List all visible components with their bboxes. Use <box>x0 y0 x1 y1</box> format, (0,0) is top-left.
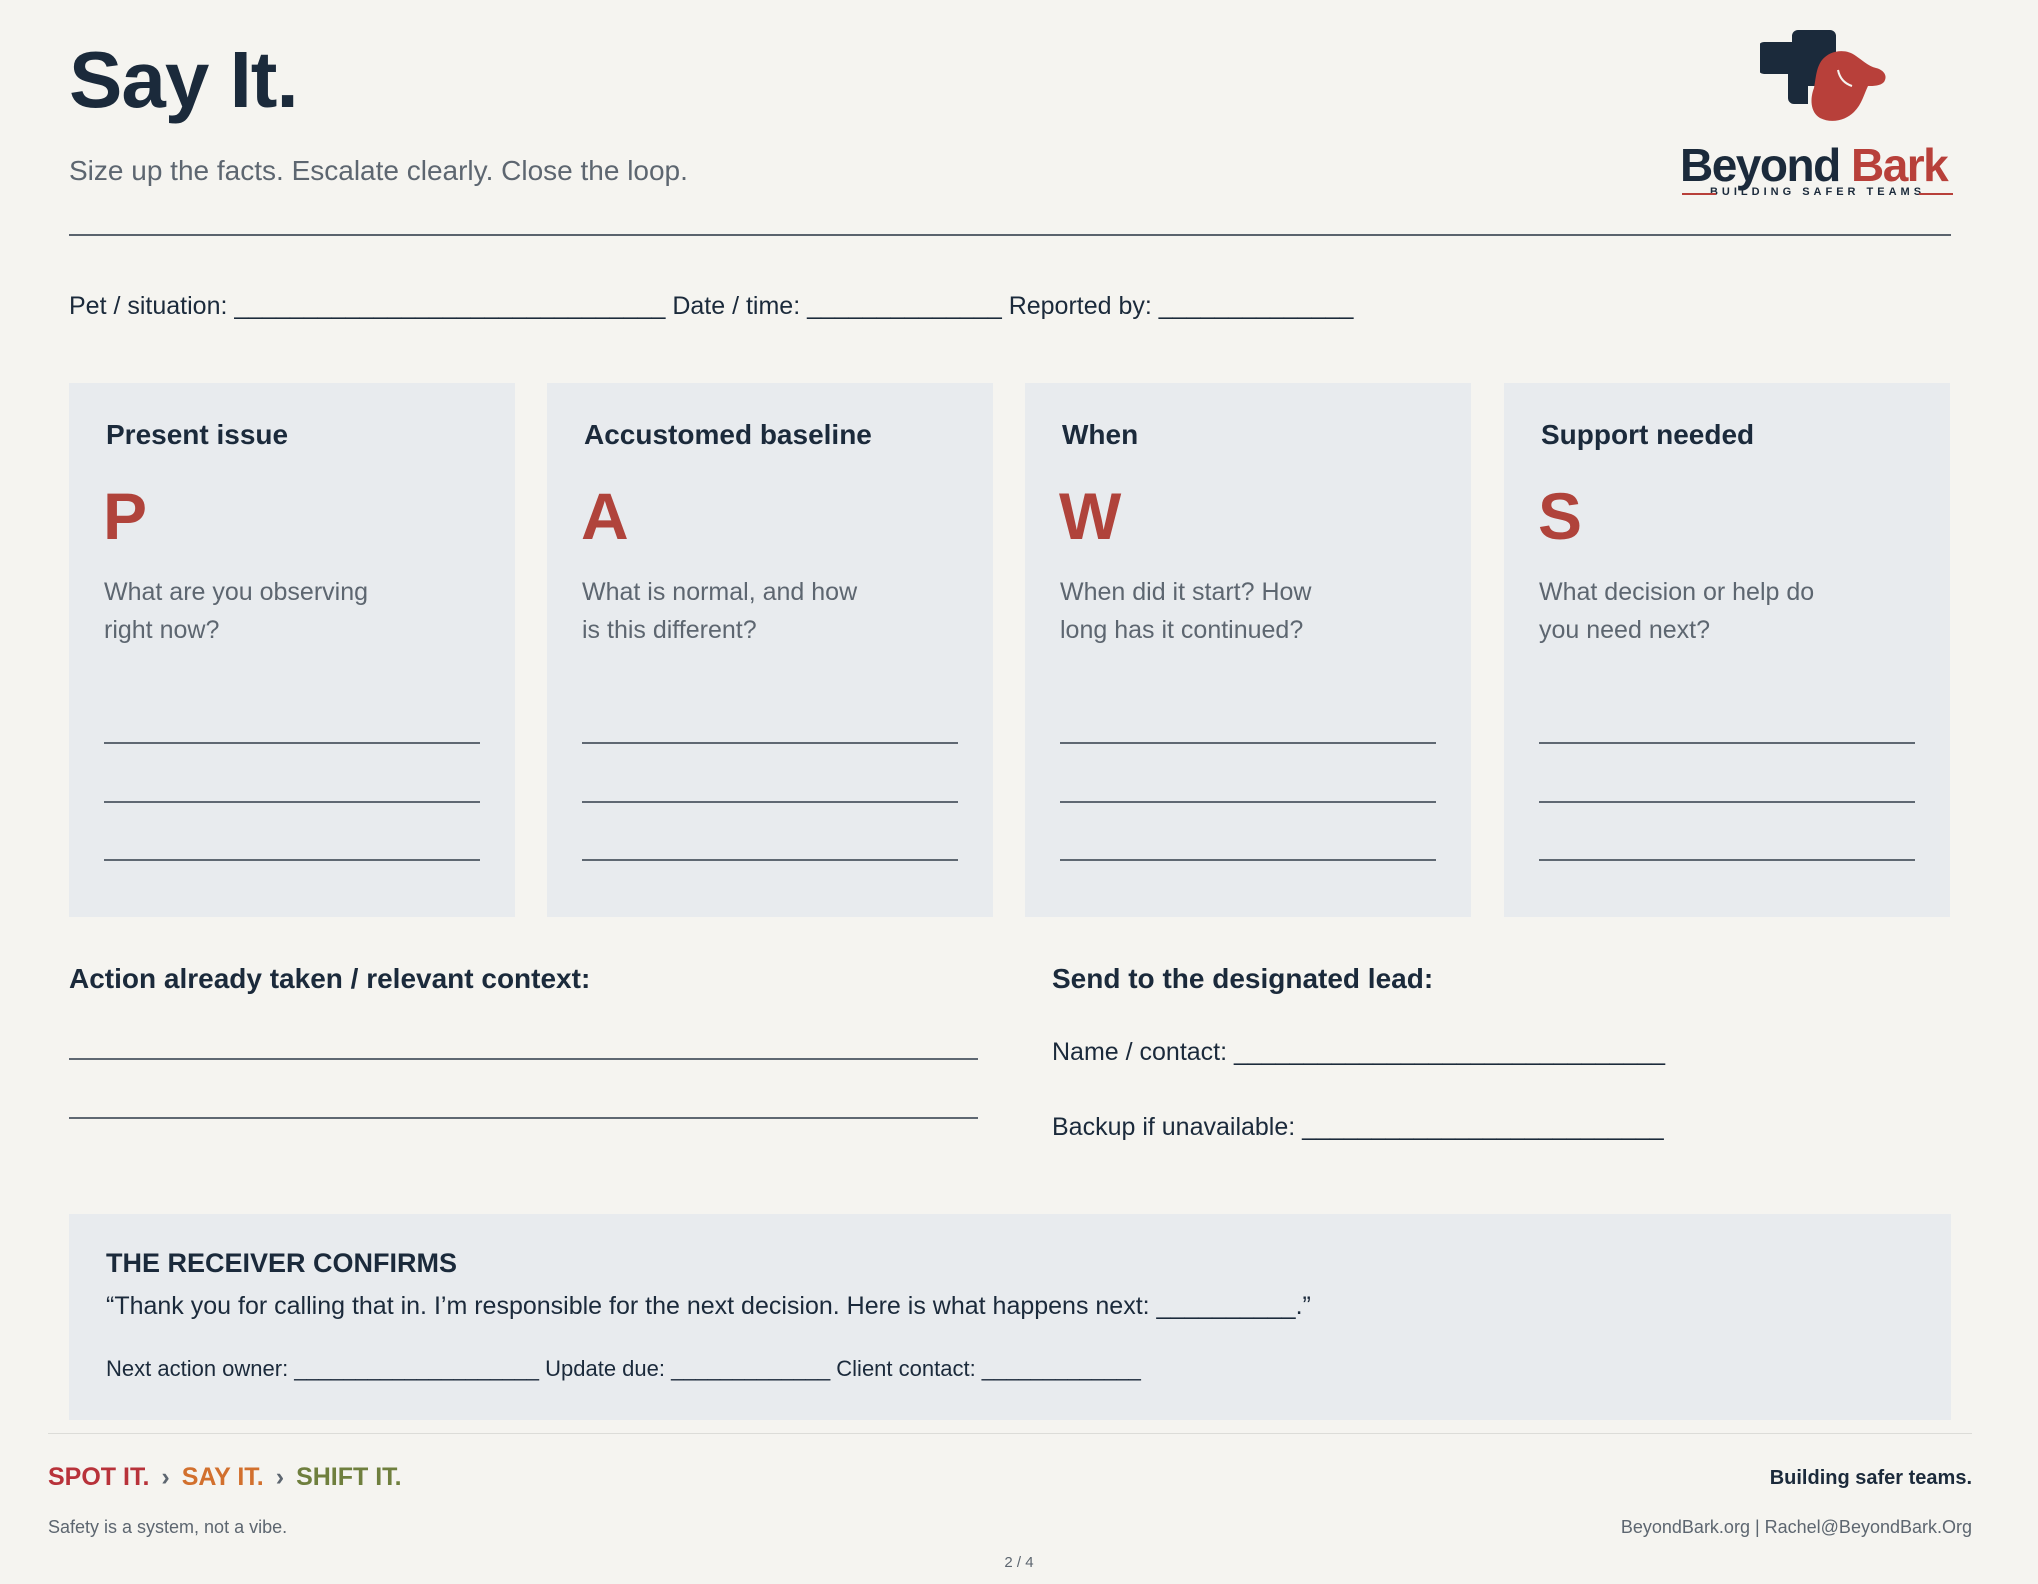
card-letter: W <box>1059 479 1122 553</box>
card-accustomed-baseline: Accustomed baseline A What is normal, an… <box>547 383 993 917</box>
card-question: What is normal, and how is this differen… <box>582 578 858 644</box>
chevron-right-icon: › <box>275 1463 285 1491</box>
card-title: Present issue <box>106 419 289 450</box>
beyond-bark-logo: Beyond Bark BUILDING SAFER TEAMS <box>1680 30 1955 205</box>
action-write-line[interactable] <box>69 1058 978 1060</box>
cross-dog-logo-icon <box>1760 30 1886 121</box>
write-line[interactable] <box>1060 742 1436 744</box>
write-line[interactable] <box>104 742 480 744</box>
card-question: What are you observing right now? <box>104 578 369 644</box>
write-line[interactable] <box>104 801 480 803</box>
page-title: Say It. <box>69 35 299 124</box>
footer-tagline: Building safer teams. <box>1769 1467 1972 1489</box>
footer-contact: BeyondBark.org | Rachel@BeyondBark.Org <box>1620 1517 1972 1537</box>
write-line[interactable] <box>104 859 480 861</box>
write-line[interactable] <box>1539 859 1915 861</box>
step-spot: SPOT IT. <box>48 1463 150 1491</box>
write-line[interactable] <box>1060 801 1436 803</box>
write-line[interactable] <box>1539 742 1915 744</box>
lead-name-contact-field[interactable]: Name / contact: ________________________… <box>1052 1038 1665 1067</box>
receiver-heading: THE RECEIVER CONFIRMS <box>106 1248 458 1278</box>
action-context-heading: Action already taken / relevant context: <box>69 963 591 994</box>
page-number: 2 / 4 <box>1004 1554 1034 1571</box>
card-present-issue: Present issue P What are you observing r… <box>69 383 515 917</box>
write-line[interactable] <box>1060 859 1436 861</box>
step-shift: SHIFT IT. <box>296 1463 402 1491</box>
card-letter: A <box>581 479 629 553</box>
lead-backup-field[interactable]: Backup if unavailable: _________________… <box>1052 1113 1664 1142</box>
card-question: What decision or help do you need next? <box>1539 578 1815 644</box>
write-line[interactable] <box>582 801 958 803</box>
card-when: When W When did it start? How long has i… <box>1025 383 1471 917</box>
action-write-line[interactable] <box>69 1117 978 1119</box>
card-support-needed: Support needed S What decision or help d… <box>1504 383 1950 917</box>
receiver-meta-fields[interactable]: Next action owner: ____________________ … <box>106 1356 1141 1382</box>
card-question: When did it start? How long has it conti… <box>1060 578 1312 644</box>
step-say: SAY IT. <box>181 1463 264 1491</box>
page-subtitle: Size up the facts. Escalate clearly. Clo… <box>69 155 688 186</box>
footer-divider <box>48 1433 1972 1434</box>
footer-motto: Safety is a system, not a vibe. <box>48 1517 288 1537</box>
logo-word-bark: Bark <box>1850 139 1949 191</box>
card-title: Accustomed baseline <box>584 419 872 450</box>
logo-word-beyond: Beyond <box>1680 139 1841 191</box>
designated-lead-heading: Send to the designated lead: <box>1052 963 1434 994</box>
header-divider <box>69 234 1951 236</box>
receiver-confirms-box: THE RECEIVER CONFIRMS “Thank you for cal… <box>69 1214 1951 1420</box>
report-meta-line: Pet / situation: _______________________… <box>69 292 1354 320</box>
write-line[interactable] <box>582 742 958 744</box>
card-letter: S <box>1538 479 1583 553</box>
card-title: When <box>1062 419 1139 450</box>
card-title: Support needed <box>1541 419 1755 450</box>
receiver-quote: “Thank you for calling that in. I’m resp… <box>106 1292 1311 1320</box>
chevron-right-icon: › <box>161 1463 170 1491</box>
write-line[interactable] <box>1539 801 1915 803</box>
card-letter: P <box>103 479 148 553</box>
write-line[interactable] <box>582 859 958 861</box>
spot-say-shift-steps: SPOT IT. › SAY IT. › SHIFT IT. <box>48 1463 402 1492</box>
logo-tagline: BUILDING SAFER TEAMS <box>1680 186 1955 198</box>
